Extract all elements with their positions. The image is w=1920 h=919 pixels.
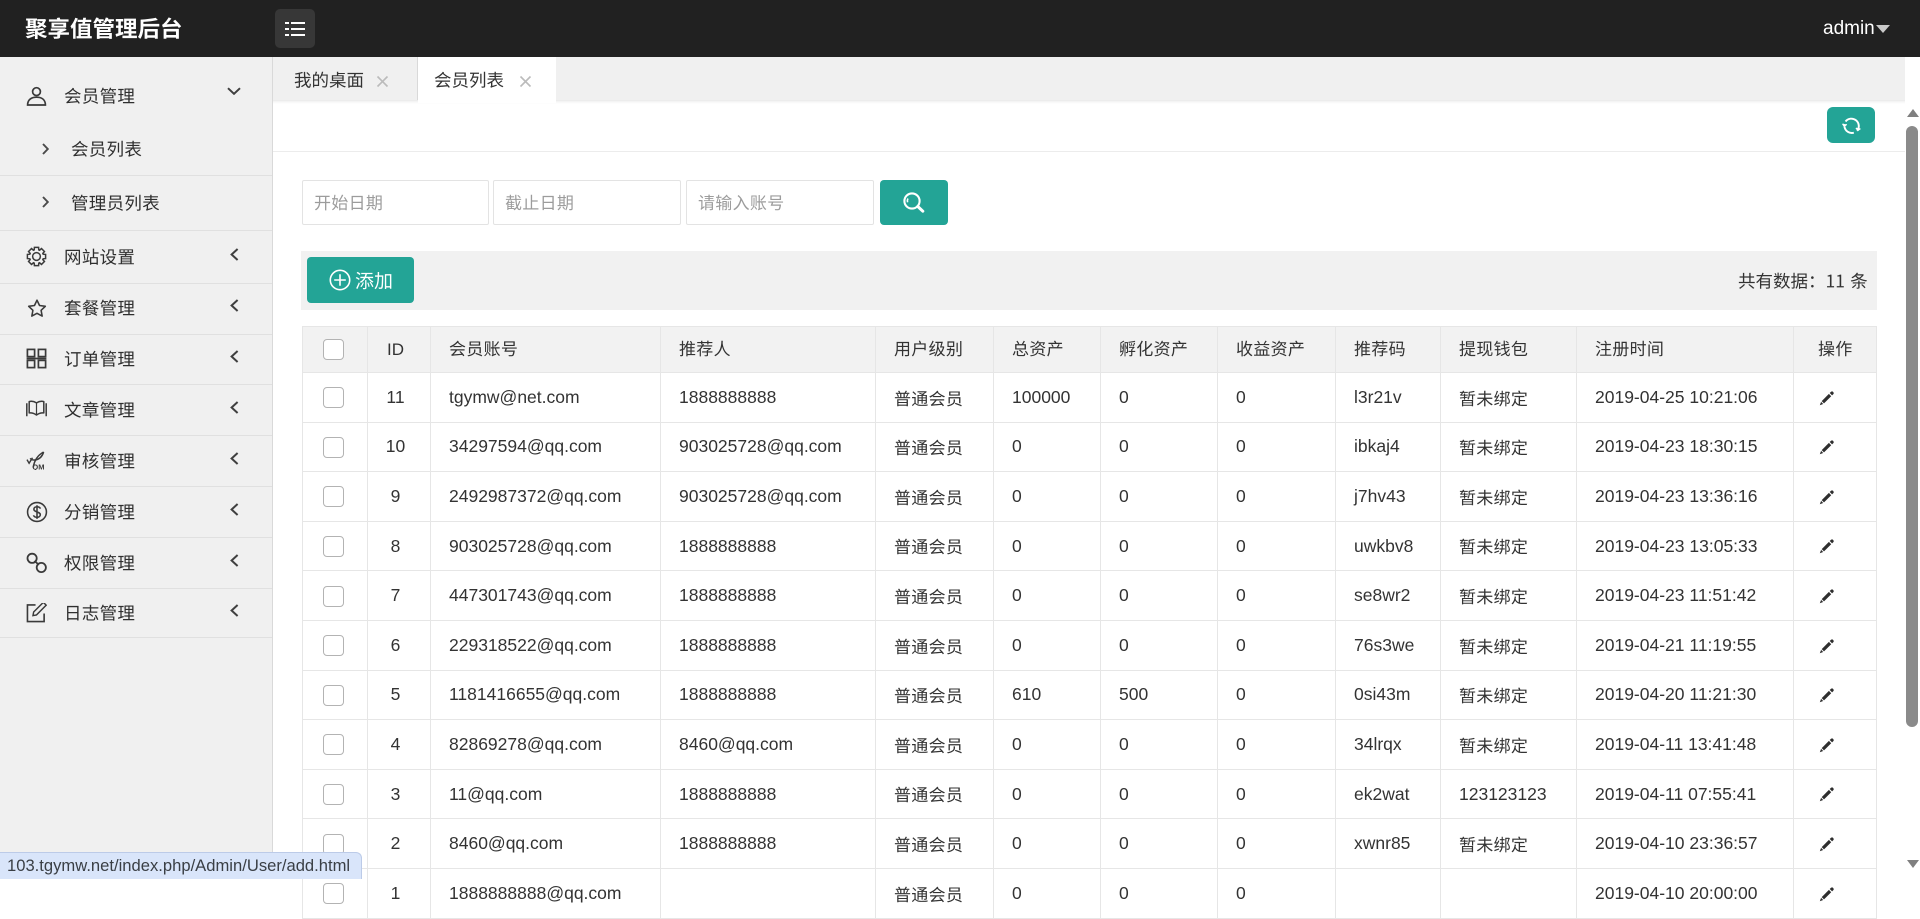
svg-text:QM: QM — [32, 462, 44, 470]
